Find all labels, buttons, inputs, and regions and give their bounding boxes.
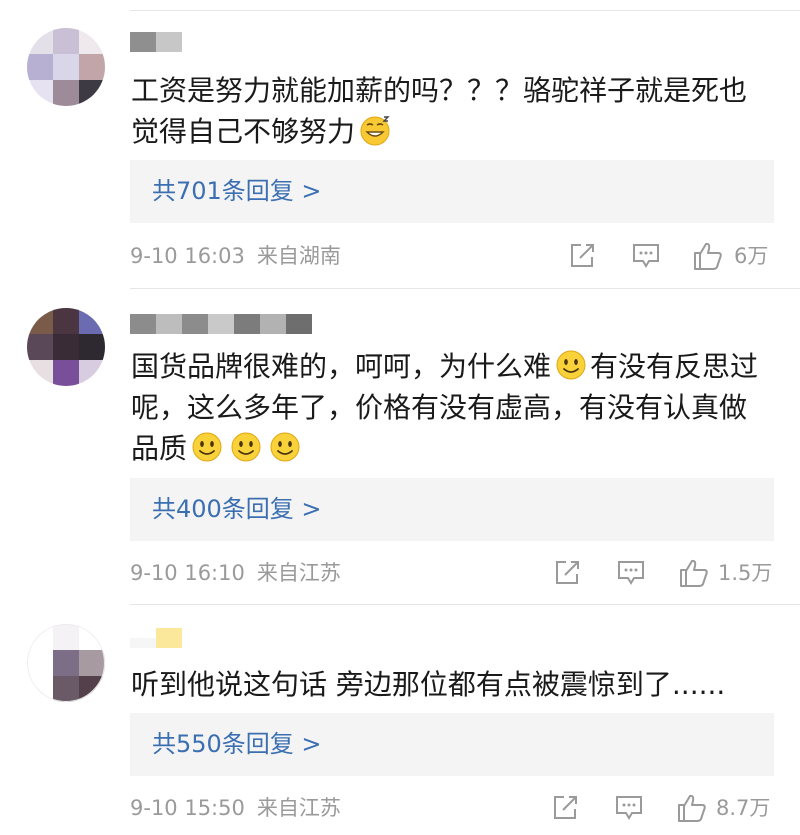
comment-date: 9-10 15:50 <box>130 796 245 820</box>
thumb-up-icon[interactable] <box>677 793 707 823</box>
divider <box>130 288 800 289</box>
avatar[interactable] <box>27 28 105 106</box>
comment-text: 工资是努力就能加薪的吗？？？骆驼祥子就是死也觉得自己不够努力 <box>131 74 748 148</box>
like-count: 1.5万 <box>718 561 773 585</box>
divider <box>130 10 800 11</box>
comment-meta: 9-10 16:03 来自湖南 <box>130 243 353 269</box>
share-icon[interactable] <box>552 795 578 821</box>
replies-button[interactable]: 共400条回复 > <box>130 478 774 541</box>
comment-location: 来自江苏 <box>256 561 341 585</box>
comment-icon[interactable] <box>615 795 643 821</box>
comment-icon[interactable] <box>617 560 645 586</box>
comment-text: 听到他说这句话 旁边那位都有点被震惊到了...... <box>131 668 726 701</box>
like-count: 6万 <box>734 244 769 268</box>
avatar[interactable] <box>27 308 105 386</box>
username-redacted[interactable] <box>130 32 182 52</box>
smile-emoji <box>270 432 300 462</box>
comment-meta: 9-10 16:10 来自江苏 <box>130 560 353 586</box>
comment-icon[interactable] <box>632 243 660 269</box>
avatar[interactable] <box>27 624 105 702</box>
smile-emoji <box>231 432 261 462</box>
comment-location: 来自江苏 <box>256 796 341 820</box>
comment-meta: 9-10 15:50 来自江苏 <box>130 795 353 821</box>
comment-date: 9-10 16:10 <box>130 561 245 585</box>
comment-date: 9-10 16:03 <box>130 244 245 268</box>
smile-emoji <box>556 350 586 380</box>
share-icon[interactable] <box>569 243 595 269</box>
comment-location: 来自湖南 <box>256 244 341 268</box>
thumb-up-icon[interactable] <box>693 241 723 271</box>
username-redacted[interactable] <box>130 628 182 648</box>
like-count: 8.7万 <box>716 796 771 820</box>
smile-emoji <box>192 432 222 462</box>
username-redacted[interactable] <box>130 314 312 334</box>
share-icon[interactable] <box>554 560 580 586</box>
grinning-sweat-emoji <box>360 116 390 146</box>
replies-button[interactable]: 共550条回复 > <box>130 713 774 776</box>
thumb-up-icon[interactable] <box>679 558 709 588</box>
divider <box>130 604 800 605</box>
comment-text: 国货品牌很难的，呵呵，为什么难 有没有反思过呢，这么多年了，价格有没有虚高，有没… <box>131 350 759 465</box>
replies-button[interactable]: 共701条回复 > <box>130 160 774 223</box>
